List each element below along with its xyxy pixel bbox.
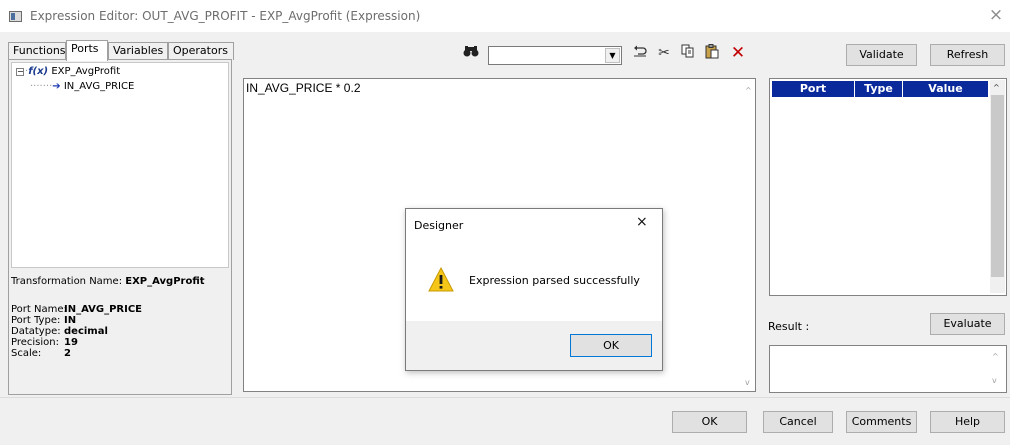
chevron-down-icon[interactable]: ▼: [605, 48, 620, 63]
port-name-label: Port Name:: [11, 304, 67, 315]
tab-functions[interactable]: Functions: [8, 42, 66, 60]
port-type-value: IN: [64, 315, 77, 326]
port-name-value: IN_AVG_PRICE: [64, 304, 143, 315]
cut-icon[interactable]: ✂: [656, 44, 672, 62]
copy-icon[interactable]: [680, 44, 696, 62]
divider: [0, 397, 1010, 398]
warning-icon: [428, 267, 454, 292]
transformation-info: Transformation Name: EXP_AvgProfit: [11, 276, 205, 287]
scroll-down-icon[interactable]: v: [745, 378, 750, 387]
precision-value: 19: [64, 337, 78, 348]
help-button[interactable]: Help: [930, 411, 1005, 433]
validate-button[interactable]: Validate: [846, 44, 917, 66]
scale-value: 2: [64, 348, 71, 359]
datatype-value: decimal: [64, 326, 108, 337]
scroll-up-icon[interactable]: ^: [745, 86, 752, 95]
window-title: Expression Editor: OUT_AVG_PROFIT - EXP_…: [30, 9, 421, 23]
result-scroll-down-icon[interactable]: v: [992, 376, 997, 385]
function-icon: f(x): [28, 66, 49, 77]
datatype-label: Datatype:: [11, 326, 61, 337]
delete-icon[interactable]: ✕: [730, 44, 746, 62]
cancel-button[interactable]: Cancel: [763, 411, 833, 433]
ok-button[interactable]: OK: [672, 411, 747, 433]
tree-port-label: IN_AVG_PRICE: [63, 81, 135, 92]
expression-text[interactable]: IN_AVG_PRICE * 0.2: [246, 81, 361, 95]
scale-label: Scale:: [11, 348, 42, 359]
result-label: Result :: [768, 320, 810, 333]
tree-root-label: EXP_AvgProfit: [51, 66, 121, 77]
dialog-close-button[interactable]: ×: [636, 214, 648, 230]
evaluate-button[interactable]: Evaluate: [930, 313, 1005, 335]
dialog-message: Expression parsed successfully: [469, 274, 640, 287]
tab-operators[interactable]: Operators: [168, 42, 234, 60]
precision-label: Precision:: [11, 337, 59, 348]
grid-scroll-up-icon[interactable]: ^: [993, 83, 1000, 92]
tree-node-port[interactable]: ·······➔ IN_AVG_PRICE: [30, 81, 134, 92]
paste-icon[interactable]: [704, 44, 720, 62]
result-box[interactable]: [769, 345, 1007, 393]
transformation-value: EXP_AvgProfit: [125, 276, 205, 287]
grid-header: Port Type Value: [772, 81, 988, 97]
port-value-grid[interactable]: [769, 78, 1007, 296]
grid-col-value[interactable]: Value: [903, 81, 988, 97]
grid-scroll-thumb[interactable]: [991, 95, 1004, 277]
port-type-label: Port Type:: [11, 315, 61, 326]
undo-icon[interactable]: [632, 44, 648, 62]
comments-button[interactable]: Comments: [846, 411, 917, 433]
dialog-ok-button[interactable]: OK: [570, 334, 652, 357]
grid-col-type[interactable]: Type: [855, 81, 903, 97]
grid-col-port[interactable]: Port: [772, 81, 855, 97]
ports-tree[interactable]: [11, 62, 229, 268]
window-close-button[interactable]: ×: [986, 5, 1006, 25]
dialog-title: Designer: [414, 219, 464, 232]
transformation-label: Transformation Name:: [11, 276, 123, 287]
tab-variables[interactable]: Variables: [108, 42, 168, 60]
tab-ports[interactable]: Ports: [66, 40, 108, 61]
find-icon[interactable]: [463, 44, 479, 62]
collapse-icon[interactable]: −: [16, 68, 24, 76]
app-icon: [9, 11, 22, 22]
input-port-icon: ➔: [52, 81, 61, 92]
tree-node-root[interactable]: −·f(x) EXP_AvgProfit: [16, 66, 120, 77]
message-dialog: Designer × Expression parsed successfull…: [405, 208, 663, 371]
refresh-button[interactable]: Refresh: [930, 44, 1005, 66]
result-scroll-up-icon[interactable]: ^: [992, 352, 999, 361]
search-combo[interactable]: ▼: [488, 46, 622, 65]
dialog-footer: OK: [406, 321, 662, 370]
